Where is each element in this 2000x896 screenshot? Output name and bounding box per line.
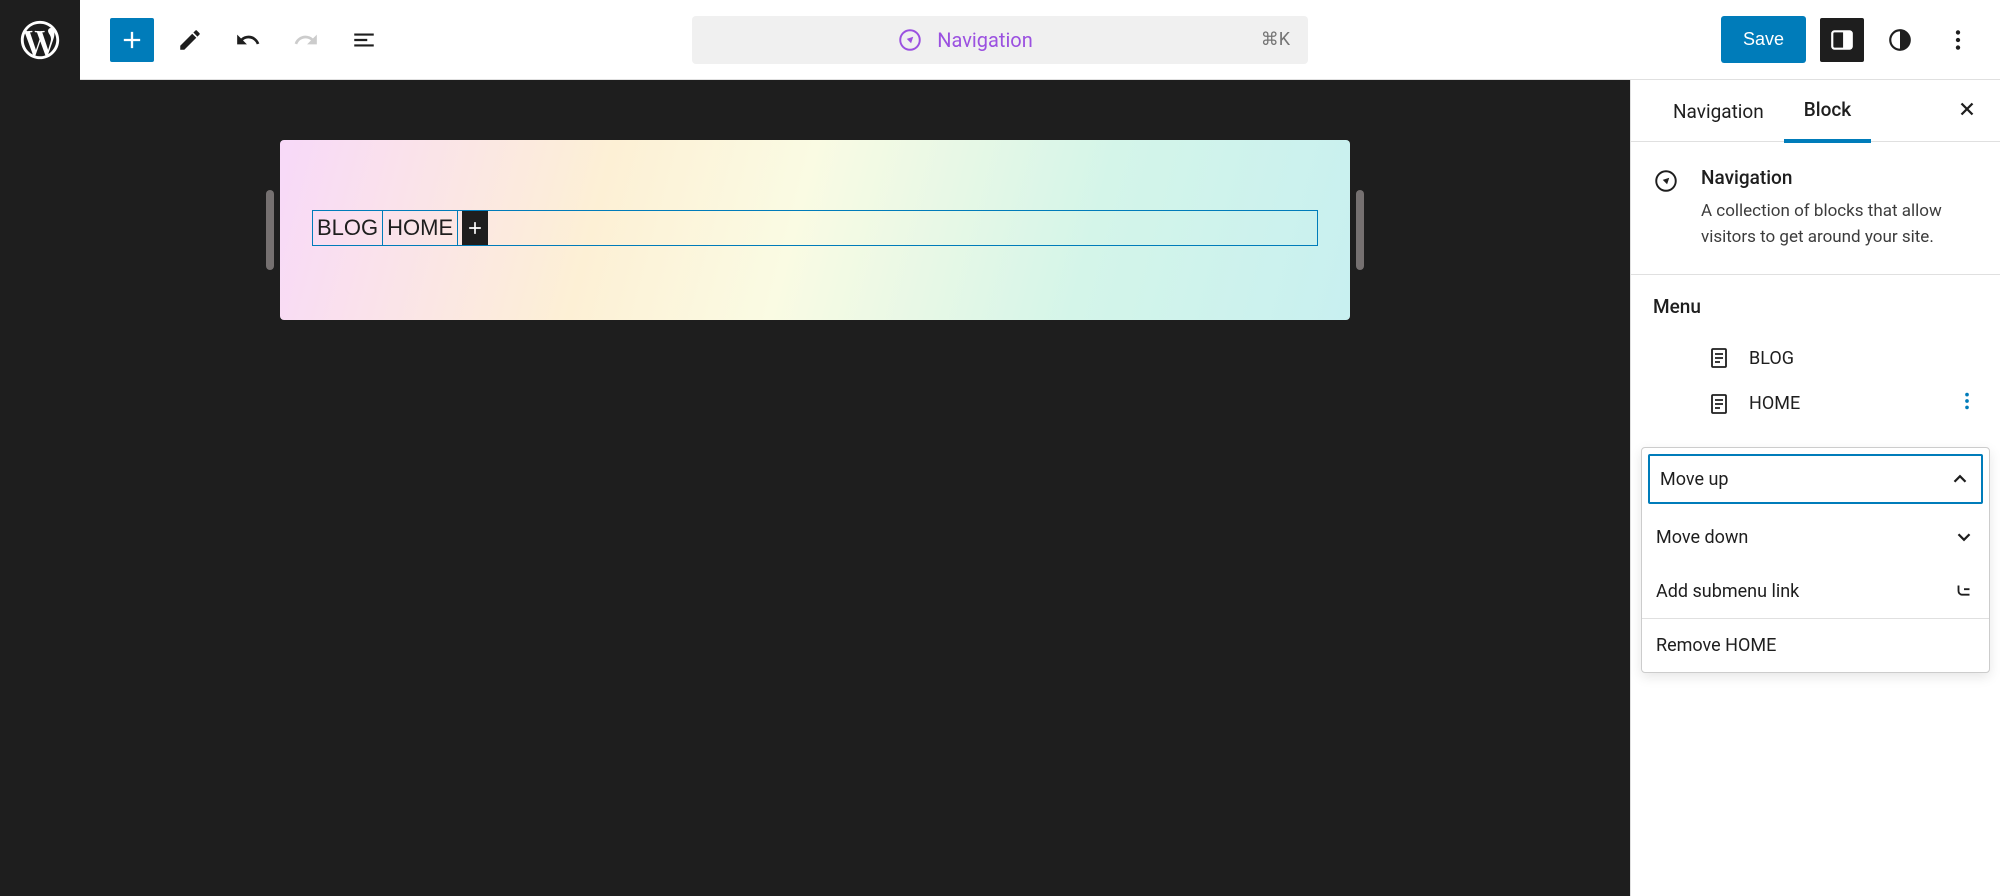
nav-item-home[interactable]: HOME [383,211,458,245]
block-title: Navigation [1701,166,1978,189]
menu-panel-title: Menu [1653,295,1978,318]
menu-item-options-button[interactable] [1956,390,1978,417]
edit-mode-button[interactable] [168,18,212,62]
pencil-icon [177,27,203,53]
tab-navigation[interactable]: Navigation [1653,81,1784,141]
more-options-button[interactable] [1936,18,1980,62]
settings-sidebar-toggle[interactable] [1820,18,1864,62]
tab-block[interactable]: Block [1784,80,1871,143]
redo-icon [293,27,319,53]
sidebar-icon [1829,27,1855,53]
resize-handle-right[interactable] [1356,190,1364,270]
menu-item-label: BLOG [1749,348,1794,369]
dots-vertical-icon [1945,27,1971,53]
redo-button[interactable] [284,18,328,62]
menu-panel: Menu BLOG HOME [1631,275,2000,437]
menu-item-blog[interactable]: BLOG [1653,336,1978,380]
plus-icon [118,26,146,54]
menu-items-list: BLOG HOME [1653,336,1978,427]
close-icon [1956,98,1978,120]
wordpress-logo-button[interactable] [0,0,80,80]
save-button[interactable]: Save [1721,16,1806,63]
undo-button[interactable] [226,18,270,62]
menu-item-label: HOME [1749,393,1800,414]
popover-add-submenu[interactable]: Add submenu link [1642,564,1989,618]
nav-item-spacer [458,211,492,245]
popover-move-up[interactable]: Move up [1648,454,1983,504]
document-overview-button[interactable] [342,18,386,62]
editor-canvas-wrap: BLOG HOME [0,80,1630,896]
popover-move-down[interactable]: Move down [1642,510,1989,564]
popover-label: Remove HOME [1656,635,1776,656]
header-left-tools [80,18,386,62]
close-sidebar-button[interactable] [1956,98,1978,124]
compass-icon [897,27,923,53]
menu-item-home[interactable]: HOME [1653,380,1978,427]
chevron-down-icon [1953,526,1975,548]
submenu-icon [1953,580,1975,602]
nav-item-blog[interactable]: BLOG [313,211,383,245]
resize-handle-left[interactable] [266,190,274,270]
styles-button[interactable] [1878,18,1922,62]
popover-label: Add submenu link [1656,581,1799,602]
main-area: BLOG HOME Navigation Block Navigation [0,80,2000,896]
chevron-up-icon [1949,468,1971,490]
nav-empty-area[interactable] [492,211,1317,245]
sidebar-tabs: Navigation Block [1631,80,2000,142]
block-inserter-button[interactable] [110,18,154,62]
plus-icon [465,218,485,238]
document-title: Navigation [937,28,1033,52]
popover-label: Move up [1660,469,1729,490]
nav-add-item-button[interactable] [462,211,488,245]
compass-icon [1653,168,1679,194]
page-icon [1707,346,1731,370]
contrast-icon [1887,27,1913,53]
block-description: A collection of blocks that allow visito… [1701,199,1978,250]
command-shortcut: ⌘K [1261,29,1290,50]
dots-vertical-icon [1956,390,1978,412]
header-right-tools: Save [1721,16,2000,63]
popover-remove[interactable]: Remove HOME [1642,619,1989,672]
undo-icon [235,27,261,53]
list-view-icon [351,27,377,53]
settings-sidebar: Navigation Block Navigation A collection… [1630,80,2000,896]
page-icon [1707,392,1731,416]
popover-label: Move down [1656,527,1748,548]
editor-canvas[interactable]: BLOG HOME [280,140,1350,320]
menu-item-options-popover: Move up Move down Add submenu link Remov… [1641,447,1990,673]
document-title-bar[interactable]: Navigation ⌘K [692,16,1308,64]
block-info-panel: Navigation A collection of blocks that a… [1631,142,2000,275]
editor-header: Navigation ⌘K Save [0,0,2000,80]
wordpress-icon [17,17,63,63]
navigation-block[interactable]: BLOG HOME [312,210,1318,246]
